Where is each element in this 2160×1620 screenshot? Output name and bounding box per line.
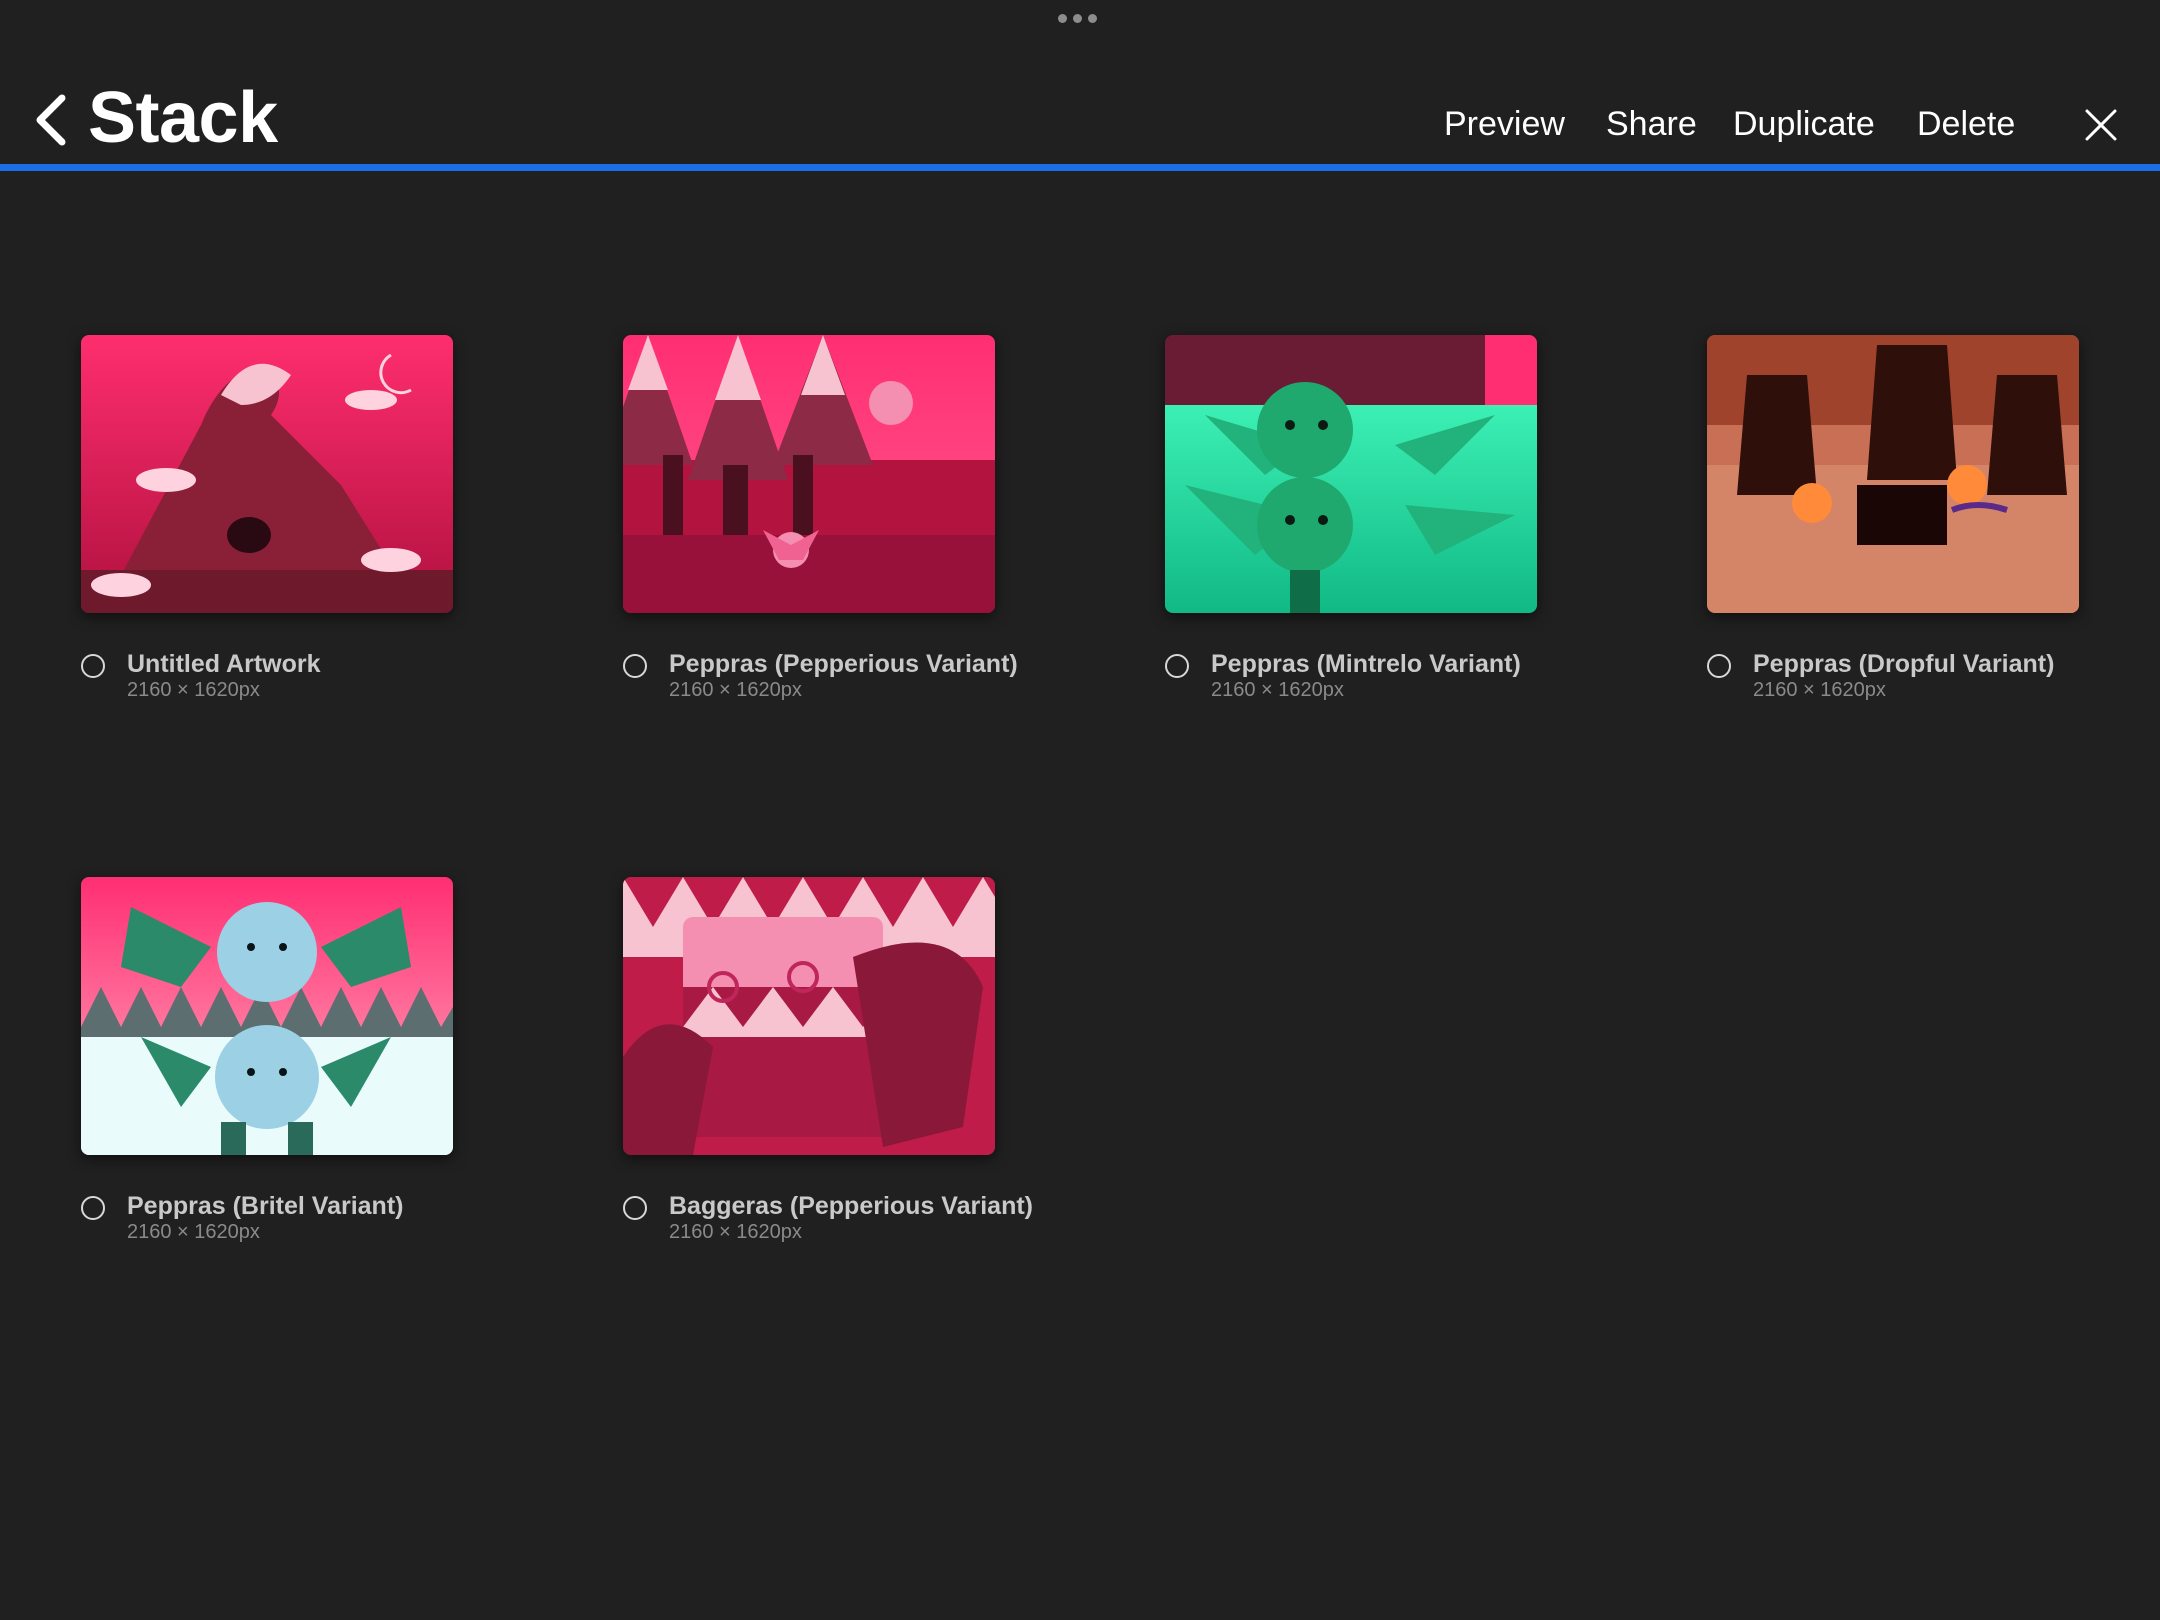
back-button[interactable] bbox=[32, 90, 72, 150]
stack-header: Stack Preview Share Duplicate Delete bbox=[0, 60, 2160, 170]
dot-icon bbox=[1088, 14, 1097, 23]
artwork-card[interactable]: Peppras (Britel Variant) 2160 × 1620px bbox=[81, 877, 501, 1257]
artwork-thumbnail[interactable] bbox=[623, 877, 995, 1155]
dot-icon bbox=[1058, 14, 1067, 23]
artwork-dimensions: 2160 × 1620px bbox=[669, 1221, 802, 1243]
artwork-card[interactable]: Baggeras (Pepperious Variant) 2160 × 162… bbox=[623, 877, 1043, 1257]
artwork-image bbox=[623, 335, 995, 613]
artwork-title: Peppras (Mintrelo Variant) bbox=[1211, 650, 1521, 678]
select-checkbox[interactable] bbox=[1707, 654, 1731, 678]
artwork-image bbox=[81, 877, 453, 1155]
artwork-image bbox=[1707, 335, 2079, 613]
chevron-left-icon bbox=[36, 94, 66, 146]
artwork-thumbnail[interactable] bbox=[81, 877, 453, 1155]
select-checkbox[interactable] bbox=[81, 1196, 105, 1220]
more-options-grabber[interactable] bbox=[1058, 14, 1097, 23]
page-title: Stack bbox=[88, 78, 278, 158]
artwork-image bbox=[1165, 335, 1537, 613]
artwork-thumbnail[interactable] bbox=[1165, 335, 1537, 613]
close-button[interactable] bbox=[2084, 108, 2118, 142]
dot-icon bbox=[1073, 14, 1082, 23]
artwork-card[interactable]: Untitled Artwork 2160 × 1620px bbox=[81, 335, 501, 715]
artwork-card[interactable]: Peppras (Dropful Variant) 2160 × 1620px bbox=[1707, 335, 2127, 715]
select-checkbox[interactable] bbox=[623, 1196, 647, 1220]
close-icon bbox=[2085, 109, 2117, 141]
gallery-page: Stack Preview Share Duplicate Delete Unt… bbox=[0, 0, 2160, 1620]
artwork-title: Untitled Artwork bbox=[127, 650, 321, 678]
preview-button[interactable]: Preview bbox=[1444, 104, 1565, 144]
artwork-image bbox=[623, 877, 995, 1155]
artwork-dimensions: 2160 × 1620px bbox=[669, 679, 802, 701]
accent-bar bbox=[0, 164, 2160, 171]
artwork-image bbox=[81, 335, 453, 613]
artwork-thumbnail[interactable] bbox=[623, 335, 995, 613]
artwork-title: Peppras (Dropful Variant) bbox=[1753, 650, 2055, 678]
artwork-dimensions: 2160 × 1620px bbox=[127, 679, 260, 701]
artwork-dimensions: 2160 × 1620px bbox=[127, 1221, 260, 1243]
artwork-title: Baggeras (Pepperious Variant) bbox=[669, 1192, 1034, 1220]
delete-button[interactable]: Delete bbox=[1917, 104, 2015, 144]
select-checkbox[interactable] bbox=[623, 654, 647, 678]
share-button[interactable]: Share bbox=[1606, 104, 1697, 144]
artwork-thumbnail[interactable] bbox=[81, 335, 453, 613]
artwork-title: Peppras (Pepperious Variant) bbox=[669, 650, 1018, 678]
select-checkbox[interactable] bbox=[1165, 654, 1189, 678]
artwork-thumbnail[interactable] bbox=[1707, 335, 2079, 613]
artwork-title: Peppras (Britel Variant) bbox=[127, 1192, 404, 1220]
artwork-dimensions: 2160 × 1620px bbox=[1753, 679, 1886, 701]
artwork-card[interactable]: Peppras (Mintrelo Variant) 2160 × 1620px bbox=[1165, 335, 1585, 715]
artwork-dimensions: 2160 × 1620px bbox=[1211, 679, 1344, 701]
artwork-card[interactable]: Peppras (Pepperious Variant) 2160 × 1620… bbox=[623, 335, 1043, 715]
duplicate-button[interactable]: Duplicate bbox=[1733, 104, 1875, 144]
select-checkbox[interactable] bbox=[81, 654, 105, 678]
